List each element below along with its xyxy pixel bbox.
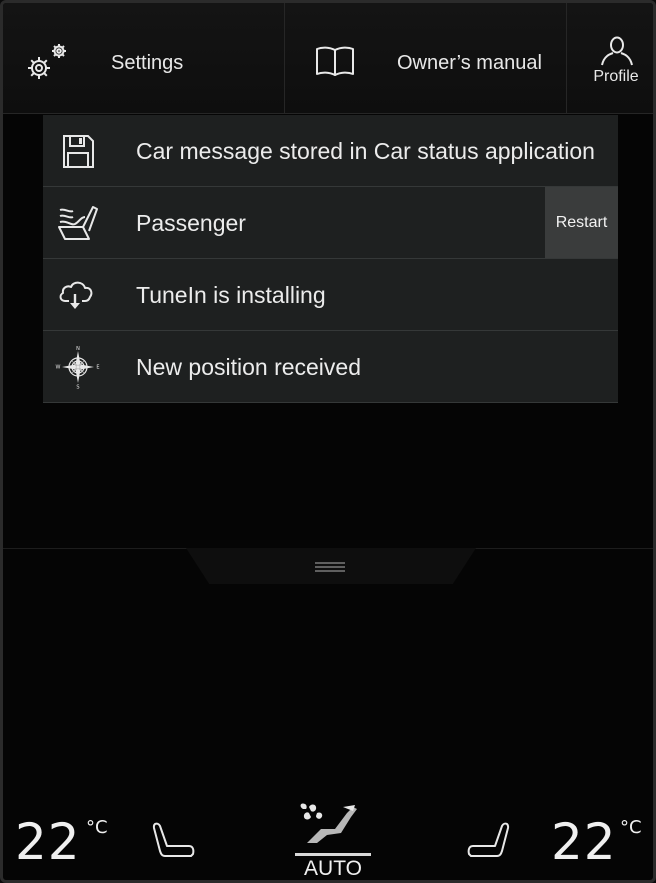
notification-item[interactable]: TuneIn is installing: [43, 259, 618, 331]
notification-item[interactable]: Car message stored in Car status applica…: [43, 115, 618, 187]
cloud-download-icon: [59, 281, 93, 309]
compass-north-label: N: [76, 346, 80, 352]
notification-list: Car message stored in Car status applica…: [43, 115, 618, 403]
passenger-temperature-unit: °C: [620, 817, 642, 838]
restart-button[interactable]: Restart: [545, 187, 618, 258]
owners-manual-label: Owner’s manual: [397, 52, 542, 74]
driver-temperature[interactable]: 22: [15, 813, 81, 871]
person-icon: [601, 36, 633, 66]
settings-label: Settings: [111, 52, 184, 74]
driver-temperature-unit: °C: [86, 817, 108, 838]
notification-text: TuneIn is installing: [136, 282, 326, 308]
climate-bar: 22 °C AUTO 22 °C: [3, 793, 653, 880]
passenger-seat-icon[interactable]: [465, 820, 511, 860]
auto-climate-label[interactable]: AUTO: [295, 857, 371, 880]
passenger-temperature[interactable]: 22: [551, 813, 617, 871]
notification-text: Car message stored in Car status applica…: [136, 138, 595, 164]
notification-text: Passenger: [136, 210, 246, 236]
floppy-disk-icon: [63, 135, 94, 168]
top-bar: Settings Owner’s manual Profile: [3, 3, 653, 114]
compass-south-label: S: [76, 385, 79, 390]
book-icon: [316, 46, 354, 76]
compass-west-label: W: [56, 365, 61, 371]
notification-item[interactable]: Passenger Restart: [43, 187, 618, 259]
compass-east-label: E: [96, 365, 99, 371]
compass-icon: N E S W: [56, 346, 100, 390]
fan-airflow-icon[interactable]: [299, 803, 361, 845]
drag-handle-icon[interactable]: [314, 561, 346, 573]
notification-item[interactable]: N E S W New position received: [43, 331, 618, 403]
center-display: Settings Owner’s manual Profile Car mess…: [0, 0, 656, 883]
settings-button[interactable]: Settings: [3, 3, 283, 113]
heated-seat-icon: [58, 206, 98, 240]
profile-button[interactable]: Profile: [566, 3, 653, 113]
auto-indicator-bar: [295, 853, 371, 856]
driver-seat-icon[interactable]: [151, 820, 197, 860]
owners-manual-button[interactable]: Owner’s manual: [284, 3, 567, 113]
profile-label: Profile: [593, 68, 639, 85]
notification-text: New position received: [136, 354, 362, 380]
gear-icon: [28, 44, 66, 79]
